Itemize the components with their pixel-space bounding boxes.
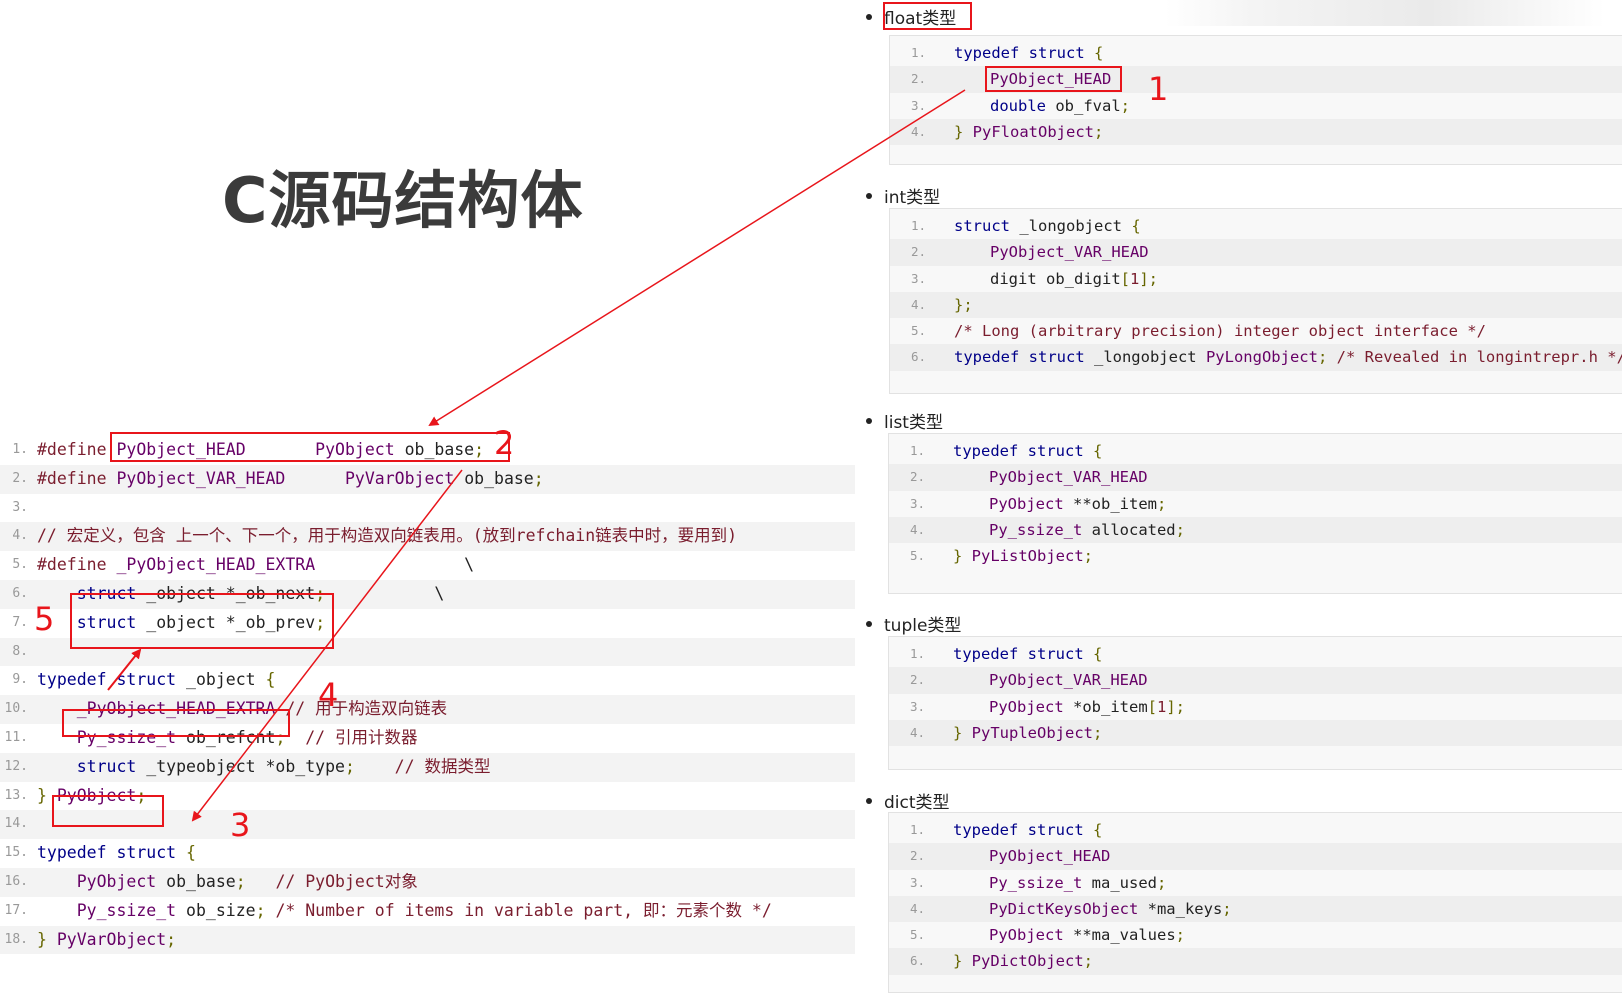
arrow-1-to-2 <box>428 89 966 427</box>
arrow-4-to-5 <box>107 648 142 691</box>
arrow-2-to-3 <box>191 469 463 822</box>
annotation-arrows <box>107 89 966 822</box>
